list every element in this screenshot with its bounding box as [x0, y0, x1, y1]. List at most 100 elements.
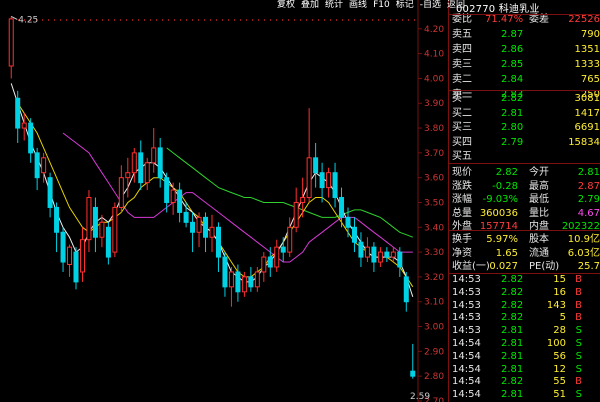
divider: [449, 273, 600, 274]
candle-up: [112, 206, 118, 253]
y-tick-label: 3.10: [424, 298, 444, 308]
tick-side: B: [575, 376, 582, 388]
candle-up: [144, 162, 150, 184]
tick-side: S: [575, 325, 582, 337]
candle-down: [222, 256, 228, 288]
fundamental-row: 收益(一) 0.027 PE(动) 25.7: [449, 259, 600, 274]
tick-volume: 143: [546, 299, 566, 311]
trade-tick-row: 14:53 2.81 28 S: [449, 324, 600, 337]
candle-up: [300, 197, 306, 203]
order-volume: 765: [580, 74, 600, 85]
candlestick-chart[interactable]: 4.20 4.10 4.00 3.90 3.80 3.70 3.60 3.50 3.40 3.30…: [0, 0, 448, 402]
mark-button[interactable]: 标记: [395, 0, 415, 12]
candle-down: [54, 206, 60, 233]
trade-tick-row: 14:54 2.82 55 B: [449, 375, 600, 388]
candle-down: [164, 177, 170, 203]
candle-up: [67, 246, 73, 266]
y-tick-label: 3.20: [424, 273, 444, 283]
candle-down: [73, 251, 79, 283]
candle-up: [377, 251, 383, 263]
order-volume: 1417: [574, 107, 600, 119]
tick-side: B: [575, 312, 582, 324]
restore-rights-button[interactable]: 复权: [276, 0, 296, 12]
y-tick-label: 3.80: [424, 124, 444, 134]
overlay-button[interactable]: 叠加: [300, 0, 320, 12]
candle-up: [151, 147, 157, 164]
order-volume: 6691: [574, 122, 600, 133]
tick-volume: 12: [553, 363, 566, 375]
add-watchlist-button[interactable]: -自选: [419, 0, 442, 12]
candle-up: [293, 201, 299, 228]
tick-volume: 100: [546, 338, 566, 349]
sell-order-row: 卖二 2.84 765: [449, 72, 600, 87]
tick-side: B: [575, 299, 582, 311]
candle-down: [28, 122, 34, 154]
trade-tick-row: 14:53 2.82 5 B: [449, 311, 600, 324]
order-price: 2.79: [501, 136, 524, 148]
quote-panel: 委比 71.47% 委差 22526 卖五 2.87 790 卖四 2.86 1351 卖三…: [449, 12, 600, 402]
trade-tick-row: 14:53 2.82 16 B: [449, 286, 600, 299]
tick-time: 14:53: [452, 274, 481, 285]
candle-down: [15, 97, 21, 129]
order-level-label: 买一: [452, 93, 472, 104]
candle-down: [332, 172, 338, 199]
candle-up: [306, 157, 312, 199]
tick-volume: 51: [553, 389, 566, 401]
sell-order-row: 卖四 2.86 1351: [449, 42, 600, 57]
f10-button[interactable]: F10: [372, 0, 391, 12]
candle-up: [196, 216, 202, 233]
candle-down: [105, 226, 111, 258]
sell-order-row: 卖五 2.87 790: [449, 27, 600, 42]
order-volume: 1351: [574, 44, 600, 55]
candle-down: [92, 206, 98, 238]
buy-order-row: 买五: [449, 149, 600, 164]
tick-side: B: [575, 286, 582, 298]
candle-down: [358, 241, 364, 258]
order-price: 2.80: [501, 122, 524, 133]
tick-time: 14:54: [452, 338, 481, 349]
divider: [449, 230, 600, 231]
candle-up: [287, 226, 293, 253]
buy-order-row: 买四 2.79 15834: [449, 135, 600, 150]
order-price: 2.85: [501, 59, 524, 70]
divider: [449, 90, 600, 91]
candle-up: [86, 197, 92, 241]
candle-down: [248, 276, 254, 288]
tick-price: 2.82: [501, 274, 524, 285]
tick-price: 2.81: [501, 389, 524, 401]
candle-down: [60, 231, 66, 263]
tick-time: 14:53: [452, 312, 481, 324]
y-tick-label: 3.00: [424, 323, 444, 333]
high-marker-label: 4.25: [18, 15, 38, 25]
order-level-label: 卖三: [452, 59, 472, 70]
tick-time: 14:54: [452, 363, 481, 375]
candle-down: [177, 189, 183, 213]
candle-down: [410, 370, 416, 377]
candle-up: [228, 271, 234, 288]
order-volume: 1333: [574, 59, 600, 70]
toolbar: 复权 叠加 统计 画线 F10 标记 -自选 返回: [276, 0, 466, 12]
candle-down: [183, 211, 189, 223]
order-level-label: 买四: [452, 136, 472, 148]
tick-volume: 16: [553, 286, 566, 298]
draw-line-button[interactable]: 画线: [348, 0, 368, 12]
candle-up: [274, 246, 280, 268]
info-value: 0.027: [489, 261, 518, 272]
order-price: 2.82: [501, 93, 524, 104]
order-volume: 790: [580, 29, 600, 40]
tick-volume: 56: [553, 350, 566, 362]
order-level-label: 买五: [452, 151, 472, 162]
candle-up: [326, 172, 332, 189]
order-level-label: 买二: [452, 107, 472, 119]
candle-down: [215, 226, 221, 258]
y-tick-label: 3.60: [424, 174, 444, 184]
statistics-button[interactable]: 统计: [324, 0, 344, 12]
tick-price: 2.82: [501, 299, 524, 311]
tick-side: S: [575, 338, 582, 349]
tick-side: S: [575, 363, 582, 375]
tick-side: S: [575, 389, 582, 401]
order-level-label: 卖四: [452, 44, 472, 55]
candle-down: [280, 246, 286, 253]
candle-down: [319, 172, 325, 189]
trade-tick-row: 14:54 2.81 100 S: [449, 337, 600, 350]
